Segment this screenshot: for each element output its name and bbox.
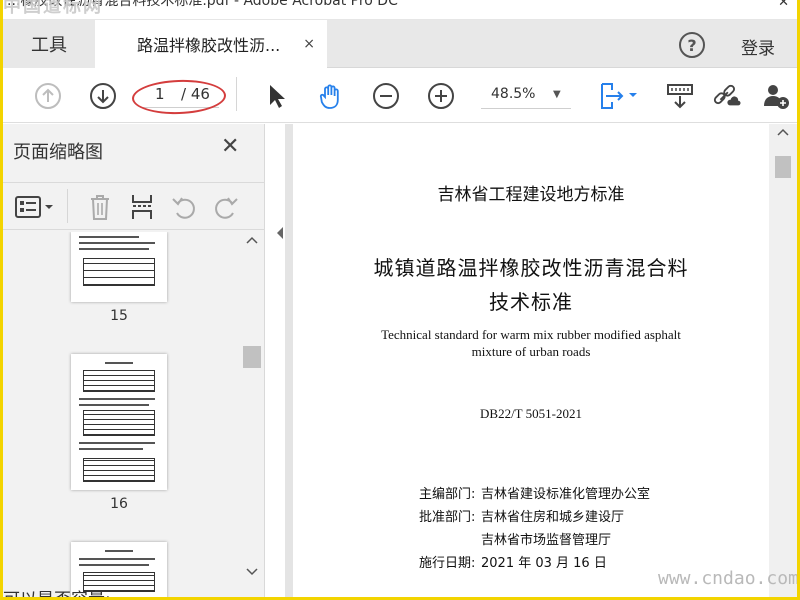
toolbar-divider [236,77,237,111]
scrollbar-thumb[interactable] [775,156,791,178]
thumb-text-line [105,550,133,552]
login-button[interactable]: 登录 [741,34,775,59]
scroll-mode-icon[interactable] [665,81,695,111]
thumbnail-scrollbar[interactable] [241,232,263,587]
collapse-panel-icon[interactable] [275,226,285,243]
cutoff-bottom-text: 可以是否容量: [3,585,111,597]
tab-tools[interactable]: 工具 [3,20,95,68]
thumb-text-line [79,448,143,450]
window-close-button[interactable]: ✕ [778,0,789,10]
chevron-up-icon[interactable] [777,128,789,136]
thumb-text-line [79,242,155,244]
select-cursor-icon[interactable] [261,81,291,111]
thumb-text-line [79,558,155,560]
tab-document[interactable]: 路温拌橡胶改性沥... × [95,20,327,68]
trash-icon[interactable] [85,193,115,221]
thumbnail-page[interactable] [71,354,167,490]
next-page-icon[interactable] [88,81,118,111]
panel-close-button[interactable]: ✕ [221,134,239,159]
approver-label: 批准部门: [419,510,476,525]
approver-value-1: 吉林省住房和城乡建设厅 [481,510,625,525]
acrobat-window: ...橡胶改性沥青混合料技术标准.pdf - Adobe Acrobat Pro… [3,0,797,597]
tab-row: 工具 路温拌橡胶改性沥... × ? 登录 [3,20,797,68]
rotate-left-icon[interactable] [169,193,199,221]
chevron-down-icon: ▼ [553,89,561,100]
pdf-page: 吉林省工程建设地方标准 城镇道路温拌橡胶改性沥青混合料 技术标准 Technic… [293,124,769,597]
thumb-text-line [79,564,149,566]
thumb-text-line [79,404,149,406]
doc-english-title-line1: Technical standard for warm mix rubber m… [381,327,681,342]
hand-tool-icon[interactable] [316,81,346,111]
thumb-table [83,258,155,286]
panel-title: 页面缩略图 [13,142,103,163]
thumbnail-page[interactable] [71,232,167,302]
tab-document-label: 路温拌橡胶改性沥... [137,36,281,55]
thumb-text-line [79,442,155,444]
add-user-icon[interactable] [761,81,791,111]
editor-value: 吉林省建设标准化管理办公室 [481,487,651,502]
zoom-in-icon[interactable] [426,81,456,111]
zoom-level-value: 48.5% [491,86,536,102]
chevron-up-icon[interactable] [246,236,258,244]
main-toolbar: 1 / 46 48.5% ▼ [3,69,797,123]
approver-value-2: 吉林省市场监督管理厅 [481,533,612,548]
help-icon[interactable]: ? [679,32,705,58]
title-bar: ...橡胶改性沥青混合料技术标准.pdf - Adobe Acrobat Pro… [3,0,797,20]
date-value: 2021 年 03 月 16 日 [481,556,607,571]
thumbnail-label: 16 [110,496,128,512]
thumb-text-line [79,398,155,400]
doc-english-title-line2: mixture of urban roads [471,344,591,359]
thumbnail-label: 15 [110,308,128,324]
watermark-logo: 中国道标网 [3,0,103,17]
insert-page-icon[interactable] [127,193,157,221]
doc-standard-code: DB22/T 5051-2021 [480,406,582,421]
scrollbar-thumb[interactable] [243,346,261,368]
thumb-table [83,458,155,482]
doc-title-line2: 技术标准 [489,290,573,314]
thumb-text-line [79,236,139,238]
rotate-right-icon[interactable] [211,193,241,221]
date-label: 施行日期: [419,556,476,571]
thumb-table [83,370,155,392]
share-link-icon[interactable] [711,81,741,111]
zoom-level-dropdown[interactable]: 48.5% ▼ [481,81,571,109]
thumbnails-panel: 页面缩略图 ✕ 15 16 [3,124,265,597]
editor-label: 主编部门: [419,487,476,502]
watermark-url: www.cndao.com [658,568,797,589]
thumbnail-list: 15 16 [3,232,239,597]
chevron-down-icon[interactable] [246,568,258,576]
doc-org-heading: 吉林省工程建设地方标准 [437,185,625,205]
tools-divider [67,189,68,223]
options-menu-icon[interactable] [13,193,57,221]
prev-page-icon[interactable] [33,81,63,111]
thumb-text-line [105,362,133,364]
zoom-out-icon[interactable] [371,81,401,111]
page-display-icon[interactable] [595,81,641,111]
doc-title-line1: 城镇道路温拌橡胶改性沥青混合料 [373,256,689,280]
document-view: 吉林省工程建设地方标准 城镇道路温拌橡胶改性沥青混合料 技术标准 Technic… [285,124,797,597]
thumb-table [83,410,155,436]
document-scrollbar[interactable] [769,124,797,597]
tab-close-button[interactable]: × [303,36,315,52]
thumbnail-tools [3,182,265,230]
thumb-text-line [79,248,149,250]
